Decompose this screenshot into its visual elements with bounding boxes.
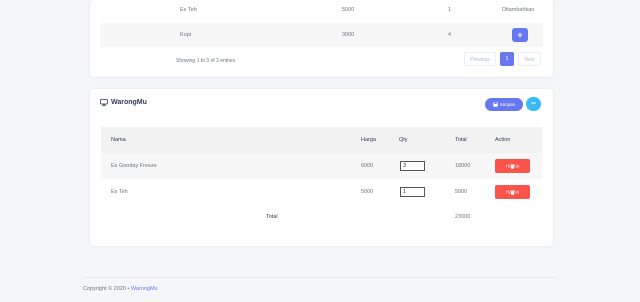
table-info: Showing 1 to 3 of 3 entries xyxy=(176,58,236,64)
save-button-label: Simpan xyxy=(499,102,516,107)
table-row: Es Teh 5000 1 Ditambahkan xyxy=(100,0,543,20)
header-harga: Harga xyxy=(361,137,376,143)
save-icon xyxy=(493,102,498,107)
delete-button-label: Hapus xyxy=(505,163,519,169)
card-title-text: WarongMu xyxy=(111,99,147,106)
product-price: 3000 xyxy=(342,32,355,38)
copyright-text: Copyright © 2020 xyxy=(83,286,126,292)
footer-brand-link[interactable]: WarongMu xyxy=(131,286,158,292)
table-row: Es Teh 5000 1 5000 Hapus xyxy=(101,179,542,205)
footer-separator: • xyxy=(127,286,130,292)
product-qty: 4 xyxy=(448,32,452,38)
header-action: Action xyxy=(495,137,511,143)
item-name: Es Teh xyxy=(111,189,128,195)
product-name: Kopi xyxy=(180,32,192,38)
header-nama: Nama xyxy=(111,137,126,143)
pagination-page-1[interactable]: 1 xyxy=(500,52,514,66)
grand-total: 23000 xyxy=(455,214,471,220)
item-price: 5000 xyxy=(361,189,374,195)
quantity-input[interactable]: 1 xyxy=(400,187,425,197)
product-price: 5000 xyxy=(342,7,355,13)
delete-button[interactable]: Hapus xyxy=(495,159,530,173)
quantity-input[interactable]: 3 xyxy=(400,161,425,171)
monitor-icon xyxy=(100,99,108,106)
card-title: WarongMu xyxy=(100,99,147,106)
pagination-previous[interactable]: Previous xyxy=(464,52,496,66)
table-row: Es Gooday Freeze 6000 3 18000 Hapus xyxy=(101,153,542,179)
collapse-button[interactable]: − xyxy=(526,97,541,111)
product-qty: 1 xyxy=(448,7,452,13)
item-total: 5000 xyxy=(455,189,468,195)
header-total: Total xyxy=(455,137,467,143)
add-to-cart-button[interactable]: + xyxy=(512,28,528,42)
pagination-next[interactable]: Next xyxy=(518,52,541,66)
page-footer: Copyright © 2020 • WarongMu xyxy=(83,286,158,292)
item-name: Es Gooday Freeze xyxy=(111,163,157,169)
delete-button[interactable]: Hapus xyxy=(495,185,530,199)
cart-table-footer: Total 23000 xyxy=(101,205,542,229)
save-button[interactable]: Simpan xyxy=(485,98,523,111)
item-price: 6000 xyxy=(361,163,374,169)
product-list-card: Es Teh 5000 1 Ditambahkan Kopi 3000 4 + … xyxy=(90,0,553,77)
header-qty: Qty xyxy=(399,137,408,143)
total-label: Total xyxy=(266,214,278,220)
delete-button-label: Hapus xyxy=(505,189,519,195)
footer-divider xyxy=(83,277,557,278)
item-total: 18000 xyxy=(455,163,471,169)
table-row: Kopi 3000 4 + xyxy=(100,23,543,47)
cart-card: WarongMu Simpan − Nama Harga Qty Total A… xyxy=(90,89,553,246)
product-name: Es Teh xyxy=(180,7,197,13)
cart-table-header: Nama Harga Qty Total Action xyxy=(101,127,542,153)
product-status: Ditambahkan xyxy=(502,7,535,13)
